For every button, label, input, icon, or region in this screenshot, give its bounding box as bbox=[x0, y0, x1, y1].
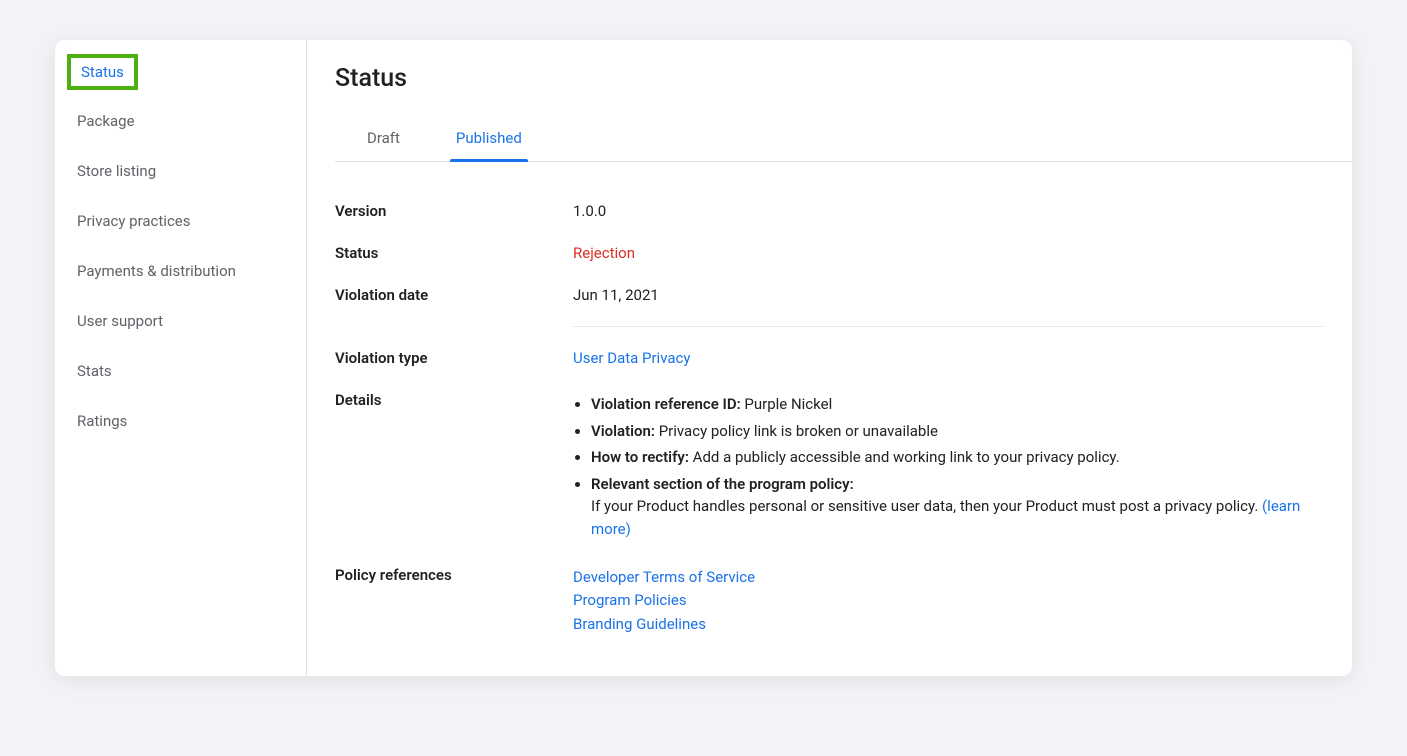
row-violation-type: Violation type User Data Privacy bbox=[335, 337, 1324, 379]
link-branding-guidelines[interactable]: Branding Guidelines bbox=[573, 613, 1324, 636]
sidebar-item-status[interactable]: Status bbox=[81, 63, 124, 81]
details-list: Violation reference ID: Purple Nickel Vi… bbox=[573, 391, 1324, 542]
label-status: Status bbox=[335, 244, 573, 262]
page-title: Status bbox=[335, 60, 1352, 103]
detail-reference-id: Violation reference ID: Purple Nickel bbox=[591, 391, 1324, 418]
tab-draft[interactable]: Draft bbox=[363, 117, 404, 161]
sidebar-item-stats[interactable]: Stats bbox=[55, 346, 306, 396]
value-status: Rejection bbox=[573, 244, 1324, 262]
tab-content: Version 1.0.0 Status Rejection Violation… bbox=[335, 162, 1352, 648]
sidebar-item-user-support[interactable]: User support bbox=[55, 296, 306, 346]
link-program-policies[interactable]: Program Policies bbox=[573, 589, 1324, 612]
detail-rectify-value: Add a publicly accessible and working li… bbox=[689, 448, 1120, 466]
highlight-outline: Status bbox=[67, 54, 138, 90]
tabs: Draft Published bbox=[335, 117, 1352, 162]
detail-violation: Violation: Privacy policy link is broken… bbox=[591, 418, 1324, 445]
row-policy-references: Policy references Developer Terms of Ser… bbox=[335, 554, 1324, 648]
detail-ref-id-value: Purple Nickel bbox=[741, 395, 833, 413]
label-violation-date: Violation date bbox=[335, 286, 573, 304]
row-details: Details Violation reference ID: Purple N… bbox=[335, 379, 1324, 554]
value-version: 1.0.0 bbox=[573, 202, 1324, 220]
detail-relevant-body: If your Product handles personal or sens… bbox=[591, 497, 1258, 515]
sidebar-item-payments-distribution[interactable]: Payments & distribution bbox=[55, 246, 306, 296]
tab-published[interactable]: Published bbox=[452, 117, 526, 161]
sidebar-item-store-listing[interactable]: Store listing bbox=[55, 146, 306, 196]
row-violation-date: Violation date Jun 11, 2021 bbox=[335, 274, 1324, 316]
detail-rectify-label: How to rectify: bbox=[591, 448, 689, 466]
detail-relevant-label: Relevant section of the program policy: bbox=[591, 475, 854, 493]
main-content: Status Draft Published Version 1.0.0 Sta… bbox=[307, 40, 1352, 676]
value-violation-date: Jun 11, 2021 bbox=[573, 286, 1324, 304]
link-dev-terms[interactable]: Developer Terms of Service bbox=[573, 566, 1324, 589]
row-version: Version 1.0.0 bbox=[335, 190, 1324, 232]
detail-ref-id-label: Violation reference ID: bbox=[591, 395, 741, 413]
label-details: Details bbox=[335, 391, 573, 409]
detail-violation-value: Privacy policy link is broken or unavail… bbox=[655, 422, 938, 440]
label-violation-type: Violation type bbox=[335, 349, 573, 367]
detail-violation-label: Violation: bbox=[591, 422, 655, 440]
detail-relevant-section: Relevant section of the program policy: … bbox=[591, 471, 1324, 543]
sidebar-nav: Status Package Store listing Privacy pra… bbox=[55, 40, 307, 676]
section-divider bbox=[573, 326, 1324, 327]
detail-rectify: How to rectify: Add a publicly accessibl… bbox=[591, 444, 1324, 471]
policy-links: Developer Terms of Service Program Polic… bbox=[573, 566, 1324, 636]
sidebar-item-privacy-practices[interactable]: Privacy practices bbox=[55, 196, 306, 246]
link-violation-type[interactable]: User Data Privacy bbox=[573, 349, 690, 367]
label-version: Version bbox=[335, 202, 573, 220]
label-policy-references: Policy references bbox=[335, 566, 573, 584]
sidebar-item-ratings[interactable]: Ratings bbox=[55, 396, 306, 446]
sidebar-item-package[interactable]: Package bbox=[55, 96, 306, 146]
row-status: Status Rejection bbox=[335, 232, 1324, 274]
dashboard-card: Status Package Store listing Privacy pra… bbox=[55, 40, 1352, 676]
